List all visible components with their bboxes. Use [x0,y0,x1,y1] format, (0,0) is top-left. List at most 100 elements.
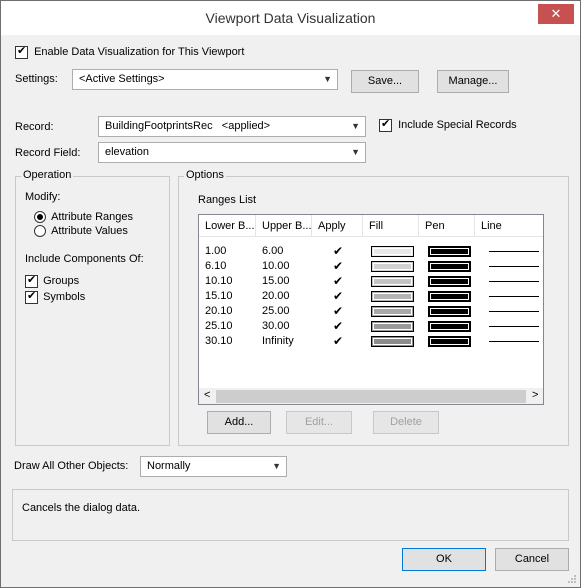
draw-other-objects-value: Normally [147,460,191,472]
line-style-sample[interactable] [489,326,539,327]
table-row[interactable]: 10.10 15.00 ✔ [199,274,543,289]
groups-checkbox[interactable]: Groups [25,273,80,288]
cell-upper-bound: 10.00 [262,260,290,272]
groups-label: Groups [43,275,80,288]
radio-selected[interactable] [34,211,46,224]
fill-swatch[interactable] [371,246,414,257]
symbols-checkbox-box[interactable] [25,289,38,304]
apply-check-icon: ✔ [333,319,344,333]
table-row[interactable]: 1.00 6.00 ✔ [199,244,543,259]
column-header-line[interactable]: Line [475,215,543,237]
line-style-sample[interactable] [489,251,539,252]
fill-swatch[interactable] [371,321,414,332]
cell-lower-bound: 25.10 [205,320,233,332]
attribute-values-radio[interactable]: Attribute Values [34,225,128,238]
scroll-right-icon[interactable]: > [532,389,538,401]
fill-swatch[interactable] [371,291,414,302]
scrollbar-thumb[interactable] [216,390,526,403]
cell-upper-bound: Infinity [262,335,294,347]
cell-upper-bound: 15.00 [262,275,290,287]
pen-swatch[interactable] [428,306,471,317]
symbols-checkbox[interactable]: Symbols [25,289,85,304]
pen-swatch[interactable] [428,336,471,347]
line-style-sample[interactable] [489,296,539,297]
cell-lower-bound: 10.10 [205,275,233,287]
column-header-apply[interactable]: Apply [312,215,363,237]
status-text: Cancels the dialog data. [22,502,141,514]
column-header-fill[interactable]: Fill [363,215,419,237]
chevron-down-icon: ▼ [323,74,332,84]
pen-swatch[interactable] [428,261,471,272]
table-row[interactable]: 15.10 20.00 ✔ [199,289,543,304]
dialog-window: Viewport Data Visualization ✕ Enable Dat… [0,0,581,588]
include-special-label: Include Special Records [398,119,517,132]
fill-swatch[interactable] [371,261,414,272]
attribute-ranges-label: Attribute Ranges [51,211,133,223]
column-header-pen[interactable]: Pen [419,215,475,237]
apply-check-icon: ✔ [333,274,344,288]
chevron-down-icon: ▼ [351,147,360,157]
resize-grip-icon[interactable] [567,574,577,584]
line-style-sample[interactable] [489,311,539,312]
pen-swatch[interactable] [428,276,471,287]
ranges-list-header: Lower B... Upper B... Apply Fill Pen Lin… [199,215,543,237]
save-button[interactable]: Save... [351,70,419,93]
line-style-sample[interactable] [489,266,539,267]
window-title: Viewport Data Visualization [205,10,376,26]
table-row[interactable]: 30.10 Infinity ✔ [199,334,543,349]
ranges-list[interactable]: Lower B... Upper B... Apply Fill Pen Lin… [198,214,544,405]
settings-dropdown[interactable]: <Active Settings> ▼ [72,69,338,90]
include-special-records-checkbox[interactable]: Include Special Records [379,117,517,132]
cell-lower-bound: 30.10 [205,335,233,347]
draw-other-objects-dropdown[interactable]: Normally ▼ [140,456,287,477]
attribute-ranges-radio[interactable]: Attribute Ranges [34,211,133,224]
cell-upper-bound: 6.00 [262,245,284,257]
close-button[interactable]: ✕ [538,4,574,24]
pen-swatch[interactable] [428,321,471,332]
delete-button[interactable]: Delete [373,411,439,434]
fill-swatch[interactable] [371,336,414,347]
modify-label: Modify: [25,191,61,203]
enable-checkbox-box[interactable] [15,44,28,59]
horizontal-scrollbar[interactable]: < > [199,388,543,404]
edit-button[interactable]: Edit... [286,411,352,434]
table-row[interactable]: 25.10 30.00 ✔ [199,319,543,334]
attribute-values-label: Attribute Values [51,225,128,237]
cancel-button[interactable]: Cancel [495,548,569,571]
pen-swatch[interactable] [428,246,471,257]
settings-value: <Active Settings> [79,73,165,85]
record-field-label: Record Field: [15,147,81,159]
draw-other-objects-label: Draw All Other Objects: [14,460,129,472]
title-bar: Viewport Data Visualization ✕ [1,1,580,35]
apply-check-icon: ✔ [333,334,344,348]
column-header-upper[interactable]: Upper B... [256,215,312,237]
add-button[interactable]: Add... [207,411,271,434]
cell-lower-bound: 6.10 [205,260,227,272]
apply-check-icon: ✔ [333,259,344,273]
record-field-value: elevation [105,146,150,158]
table-row[interactable]: 20.10 25.00 ✔ [199,304,543,319]
record-value: BuildingFootprintsRec <applied> [105,120,271,132]
options-group-label: Options [184,169,226,181]
cell-upper-bound: 30.00 [262,320,290,332]
enable-visualization-checkbox[interactable]: Enable Data Visualization for This Viewp… [15,44,244,59]
fill-swatch[interactable] [371,276,414,287]
column-header-lower[interactable]: Lower B... [199,215,256,237]
fill-swatch[interactable] [371,306,414,317]
cell-lower-bound: 20.10 [205,305,233,317]
scroll-left-icon[interactable]: < [204,389,210,401]
record-field-dropdown[interactable]: elevation ▼ [98,142,366,163]
record-label: Record: [15,121,54,133]
record-dropdown[interactable]: BuildingFootprintsRec <applied> ▼ [98,116,366,137]
chevron-down-icon: ▼ [272,461,281,471]
cell-upper-bound: 25.00 [262,305,290,317]
manage-button[interactable]: Manage... [437,70,509,93]
include-special-checkbox-box[interactable] [379,117,392,132]
ok-button[interactable]: OK [402,548,486,571]
pen-swatch[interactable] [428,291,471,302]
table-row[interactable]: 6.10 10.00 ✔ [199,259,543,274]
line-style-sample[interactable] [489,281,539,282]
radio-unselected[interactable] [34,225,46,238]
groups-checkbox-box[interactable] [25,273,38,288]
line-style-sample[interactable] [489,341,539,342]
